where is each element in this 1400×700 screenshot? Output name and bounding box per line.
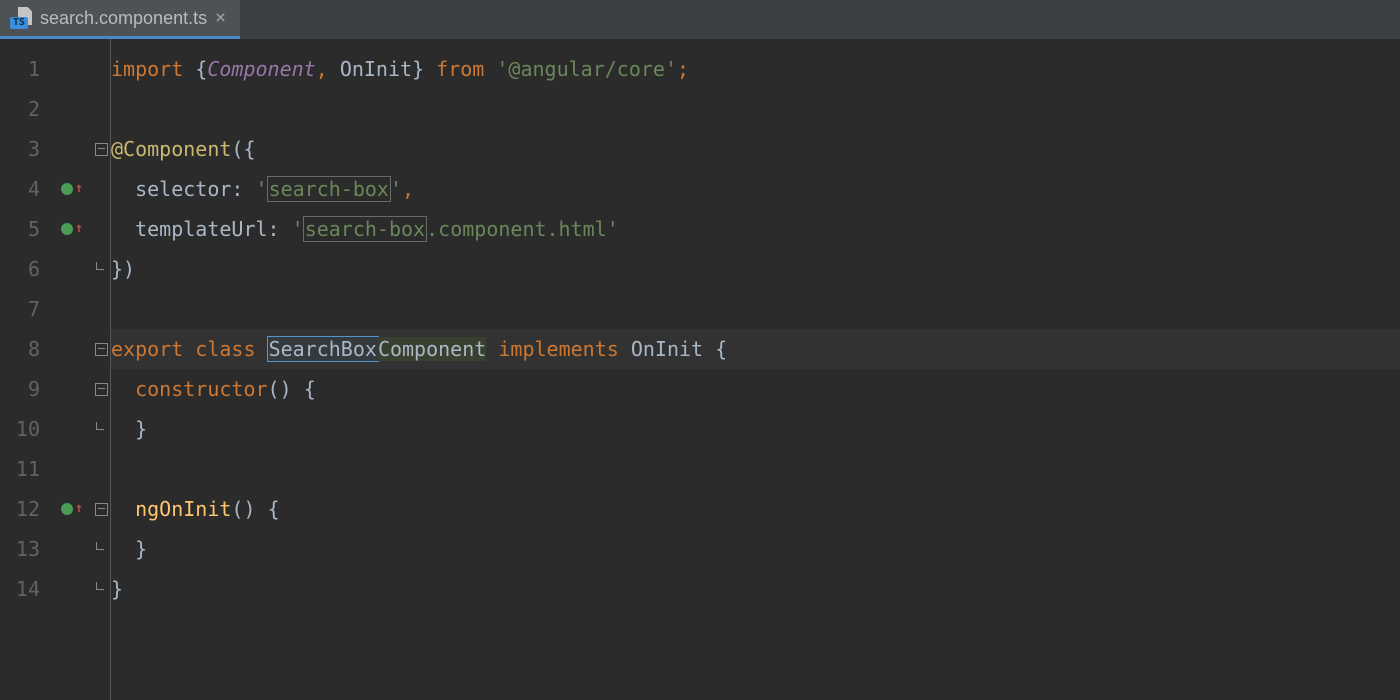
file-tab[interactable]: TS search.component.ts × [0,0,240,39]
fold-end-icon [92,529,110,569]
line-number[interactable]: 2 [0,89,52,129]
code-line[interactable]: @Component({ [111,129,1400,169]
fold-toggle-icon[interactable] [92,329,110,369]
line-number[interactable]: 12 [0,489,52,529]
rename-occurrence[interactable]: search-box [303,216,427,242]
code-line[interactable]: } [111,529,1400,569]
code-line[interactable]: constructor() { [111,369,1400,409]
line-number[interactable]: 5 [0,209,52,249]
line-number[interactable]: 6 [0,249,52,289]
fold-toggle-icon[interactable] [92,129,110,169]
code-line[interactable] [111,89,1400,129]
editor-tab-bar: TS search.component.ts × [0,0,1400,39]
tab-filename: search.component.ts [40,8,207,29]
code-line[interactable] [111,449,1400,489]
code-line[interactable]: }) [111,249,1400,289]
line-number[interactable]: 7 [0,289,52,329]
line-number[interactable]: 8 [0,329,52,369]
code-area[interactable]: import {Component, OnInit} from '@angula… [111,39,1400,700]
line-number[interactable]: 14 [0,569,52,609]
fold-end-icon [92,409,110,449]
code-line[interactable]: selector: 'search-box', [111,169,1400,209]
line-number[interactable]: 13 [0,529,52,569]
code-line[interactable]: } [111,569,1400,609]
line-number[interactable]: 10 [0,409,52,449]
line-number[interactable]: 11 [0,449,52,489]
code-line[interactable]: templateUrl: 'search-box.component.html' [111,209,1400,249]
fold-end-icon [92,249,110,289]
close-icon[interactable]: × [215,9,226,27]
code-line[interactable]: ngOnInit() { [111,489,1400,529]
typescript-file-icon: TS [10,7,32,29]
fold-toggle-icon[interactable] [92,369,110,409]
fold-end-icon [92,569,110,609]
gutter-marks: ↑ ↑ ↑ [52,39,92,700]
line-number[interactable]: 4 [0,169,52,209]
line-number[interactable]: 1 [0,49,52,89]
fold-toggle-icon[interactable] [92,489,110,529]
inspection-marker[interactable]: ↑ [52,169,92,209]
code-line[interactable]: import {Component, OnInit} from '@angula… [111,49,1400,89]
inspection-marker[interactable]: ↑ [52,209,92,249]
rename-occurrence[interactable]: search-box [267,176,391,202]
code-line[interactable]: } [111,409,1400,449]
fold-gutter [92,39,111,700]
code-line[interactable] [111,289,1400,329]
code-editor[interactable]: 1 2 3 4 5 6 7 8 9 10 11 12 13 14 ↑ ↑ ↑ [0,39,1400,700]
inspection-marker[interactable]: ↑ [52,489,92,529]
line-number[interactable]: 3 [0,129,52,169]
line-number[interactable]: 9 [0,369,52,409]
rename-primary-selection[interactable]: SearchBox [267,336,379,362]
line-number-gutter[interactable]: 1 2 3 4 5 6 7 8 9 10 11 12 13 14 [0,39,52,700]
